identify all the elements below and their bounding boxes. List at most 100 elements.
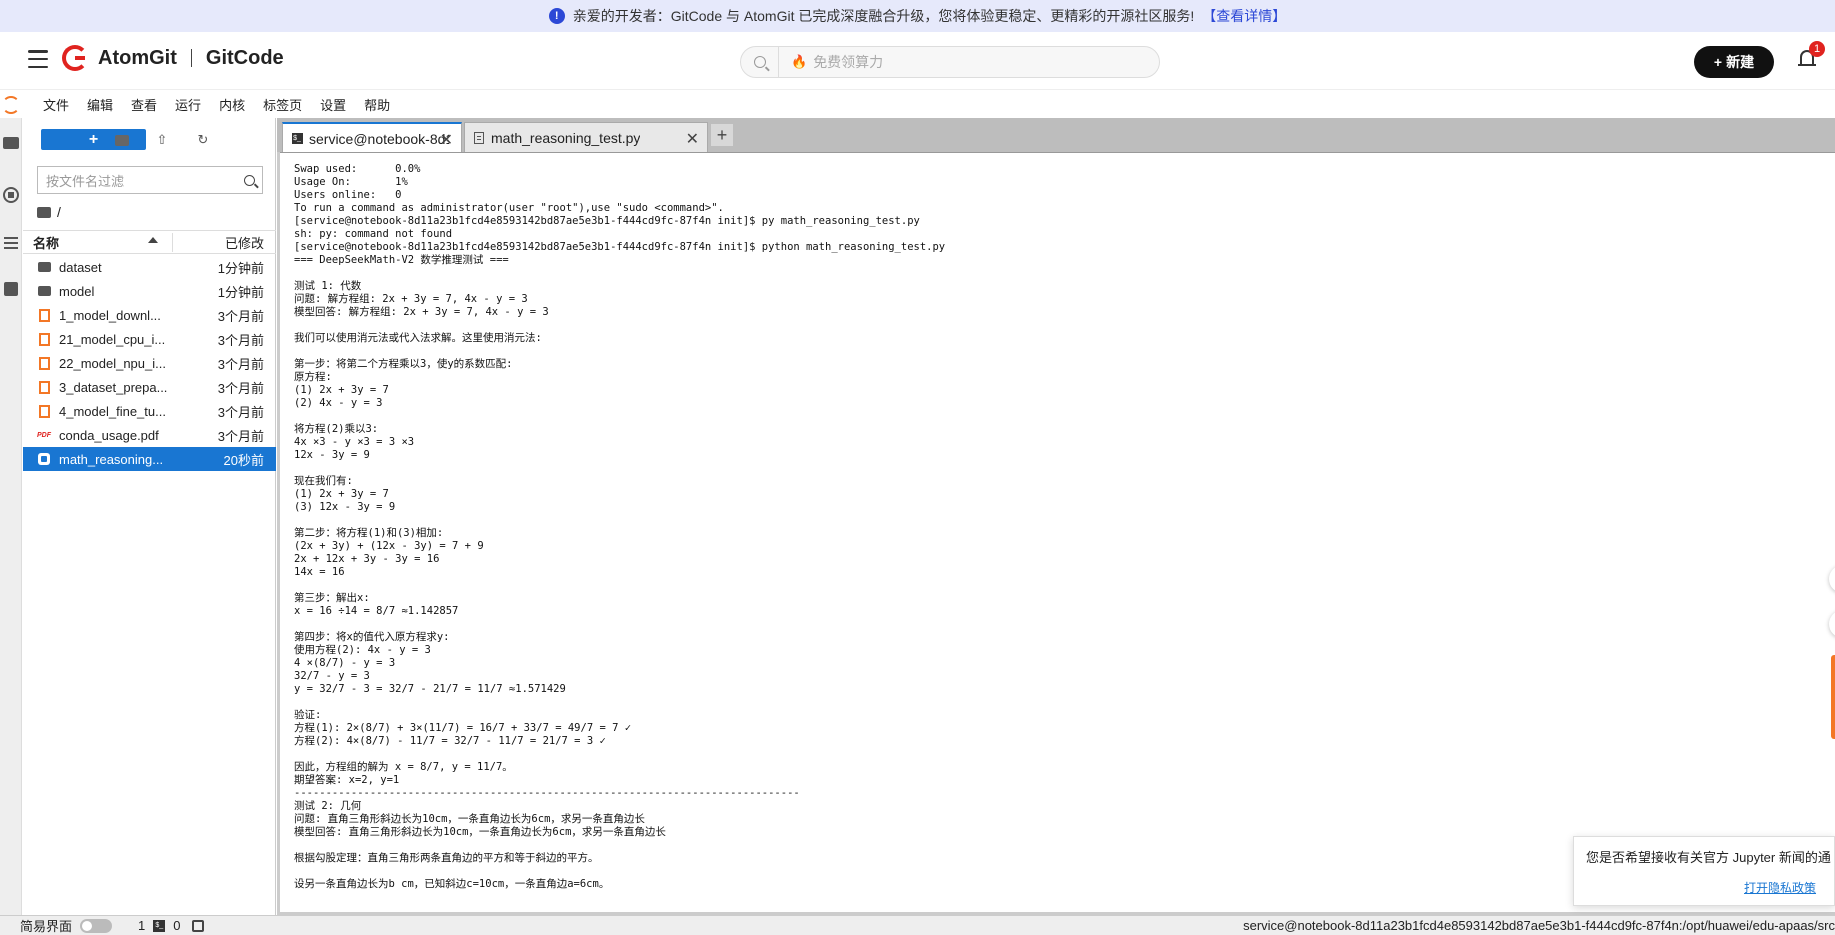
file-row-notebook[interactable]: 4_model_fine_tu... 3个月前	[23, 399, 276, 423]
menu-tabs[interactable]: 标签页	[254, 95, 311, 114]
running-stop-icon[interactable]	[2, 186, 20, 204]
notification-bell-icon[interactable]: 1	[1798, 41, 1825, 70]
terminal-icon: $_	[153, 919, 166, 932]
new-button-label: 新建	[1726, 54, 1755, 70]
folder-icon	[37, 286, 51, 296]
jupyter-menubar: 文件 编辑 查看 运行 内核 标签页 设置 帮助	[0, 91, 1835, 118]
logo-divider	[190, 49, 192, 67]
file-modified: 3个月前	[217, 356, 264, 372]
file-name: conda_usage.pdf	[59, 427, 159, 443]
file-row-notebook[interactable]: 1_model_downl... 3个月前	[23, 303, 276, 327]
kernel-count[interactable]: 1	[138, 918, 145, 933]
notebook-icon	[38, 332, 50, 346]
close-icon[interactable]: ✕	[440, 130, 453, 150]
terminal-count[interactable]: 0	[173, 918, 180, 933]
new-folder-icon[interactable]	[113, 131, 131, 149]
menu-settings[interactable]: 设置	[311, 95, 355, 114]
hamburger-menu-icon[interactable]	[28, 50, 48, 68]
menu-run[interactable]: 运行	[166, 95, 210, 114]
plus-icon: +	[1713, 54, 1723, 70]
terminal-panel[interactable]: Swap used: 0.0% Usage On: 1% Users onlin…	[280, 152, 1835, 912]
announcement-text: 亲爱的开发者：GitCode 与 AtomGit 已完成深度融合升级，您将体验更…	[572, 8, 1195, 24]
text-file-icon	[474, 131, 484, 144]
sort-ascending-icon	[148, 236, 158, 243]
file-name: math_reasoning...	[59, 451, 164, 467]
file-row-notebook[interactable]: 21_model_cpu_i... 3个月前	[23, 327, 276, 351]
file-row-notebook[interactable]: 22_model_npu_i... 3个月前	[23, 351, 276, 375]
atomgit-logo-icon	[62, 45, 88, 71]
file-name: dataset	[59, 259, 102, 275]
site-logo[interactable]: AtomGit GitCode	[62, 45, 284, 71]
file-modified: 3个月前	[217, 380, 264, 396]
file-row-model[interactable]: model 1分钟前	[23, 279, 276, 303]
close-icon[interactable]: ✕	[686, 129, 699, 149]
search-input[interactable]: 🔥 免费领算力	[740, 46, 1160, 78]
file-row-notebook[interactable]: 3_dataset_prepa... 3个月前	[23, 375, 276, 399]
python-file-icon	[38, 453, 50, 465]
column-name-label: 名称	[33, 235, 60, 251]
folder-icon	[37, 262, 51, 272]
tab-label: service@notebook-8d11a23b1fcd4e8593142bd…	[309, 130, 449, 147]
main-dock-area: $_ service@notebook-8d11a23b1fcd4e859314…	[277, 118, 1835, 915]
status-path: service@notebook-8d11a23b1fcd4e8593142bd…	[1243, 918, 1835, 933]
table-of-contents-icon[interactable]	[2, 234, 20, 252]
new-button[interactable]: + 新建	[1694, 46, 1774, 78]
file-filter-input[interactable]: 按文件名过滤	[37, 166, 263, 194]
breadcrumb[interactable]: /	[37, 204, 61, 220]
menu-kernel[interactable]: 内核	[210, 95, 254, 114]
activity-bar	[0, 118, 22, 915]
file-modified: 3个月前	[217, 332, 264, 348]
breadcrumb-path: /	[57, 204, 61, 220]
menu-help[interactable]: 帮助	[355, 95, 399, 114]
menu-file[interactable]: 文件	[34, 95, 78, 114]
file-browser: + ⇧ ↻ 按文件名过滤 / 名称 已修改 dataset 1分钟前 model…	[23, 118, 276, 915]
simple-mode-toggle[interactable]	[80, 918, 113, 933]
upload-icon[interactable]: ⇧	[153, 131, 171, 149]
extensions-puzzle-icon[interactable]	[2, 280, 20, 298]
jupyter-news-notification: 您是否希望接收有关官方 Jupyter 新闻的通 打开隐私政策	[1573, 836, 1835, 906]
file-name: 3_dataset_prepa...	[59, 379, 168, 395]
search-placeholder: 免费领算力	[813, 54, 884, 70]
floating-side-tab[interactable]	[1831, 655, 1835, 739]
tab-label: math_reasoning_test.py	[491, 129, 641, 146]
notification-message: 您是否希望接收有关官方 Jupyter 新闻的通	[1586, 850, 1831, 865]
file-name: model	[59, 283, 95, 299]
column-modified-header[interactable]: 已修改	[173, 233, 276, 252]
file-modified: 1分钟前	[217, 284, 264, 300]
info-icon: !	[548, 8, 565, 24]
file-modified: 20秒前	[223, 452, 264, 468]
file-modified: 1分钟前	[217, 260, 264, 276]
kernel-usage-icon[interactable]	[192, 919, 205, 932]
file-modified: 3个月前	[217, 308, 264, 324]
folder-icon[interactable]	[2, 134, 20, 152]
fire-icon: 🔥	[791, 54, 808, 69]
column-name-header[interactable]: 名称	[23, 232, 173, 252]
jupyter-logo-icon	[2, 95, 20, 114]
terminal-icon: $_	[291, 133, 303, 144]
file-row-pdf[interactable]: PDF conda_usage.pdf 3个月前	[23, 423, 276, 447]
refresh-icon[interactable]: ↻	[194, 131, 212, 149]
tab-terminal[interactable]: $_ service@notebook-8d11a23b1fcd4e859314…	[282, 122, 462, 153]
file-modified: 3个月前	[217, 428, 264, 444]
file-row-python-selected[interactable]: math_reasoning... 20秒前	[23, 447, 276, 471]
search-icon[interactable]	[741, 47, 779, 77]
file-name: 21_model_cpu_i...	[59, 331, 166, 347]
menu-view[interactable]: 查看	[122, 95, 166, 114]
search-icon	[236, 174, 262, 186]
filter-placeholder: 按文件名过滤	[46, 173, 125, 189]
add-tab-icon[interactable]: +	[711, 124, 733, 146]
announcement-link[interactable]: 【查看详情】	[1202, 6, 1286, 26]
menu-edit[interactable]: 编辑	[78, 95, 122, 114]
site-header: AtomGit GitCode 🔥 免费领算力 + 新建 1	[0, 32, 1835, 90]
file-row-dataset[interactable]: dataset 1分钟前	[23, 255, 276, 279]
logo-gitcode: GitCode	[205, 46, 284, 69]
notebook-icon	[38, 404, 50, 418]
privacy-policy-link[interactable]: 打开隐私政策	[1744, 879, 1816, 896]
file-name: 4_model_fine_tu...	[59, 403, 166, 419]
announcement-bar: ! 亲爱的开发者：GitCode 与 AtomGit 已完成深度融合升级，您将体…	[0, 0, 1835, 32]
file-modified: 3个月前	[217, 404, 264, 420]
notebook-icon	[38, 380, 50, 394]
notebook-icon	[38, 356, 50, 370]
file-browser-toolbar: + ⇧ ↻	[23, 129, 276, 151]
tab-math-reasoning-test[interactable]: math_reasoning_test.py ✕	[464, 122, 708, 152]
